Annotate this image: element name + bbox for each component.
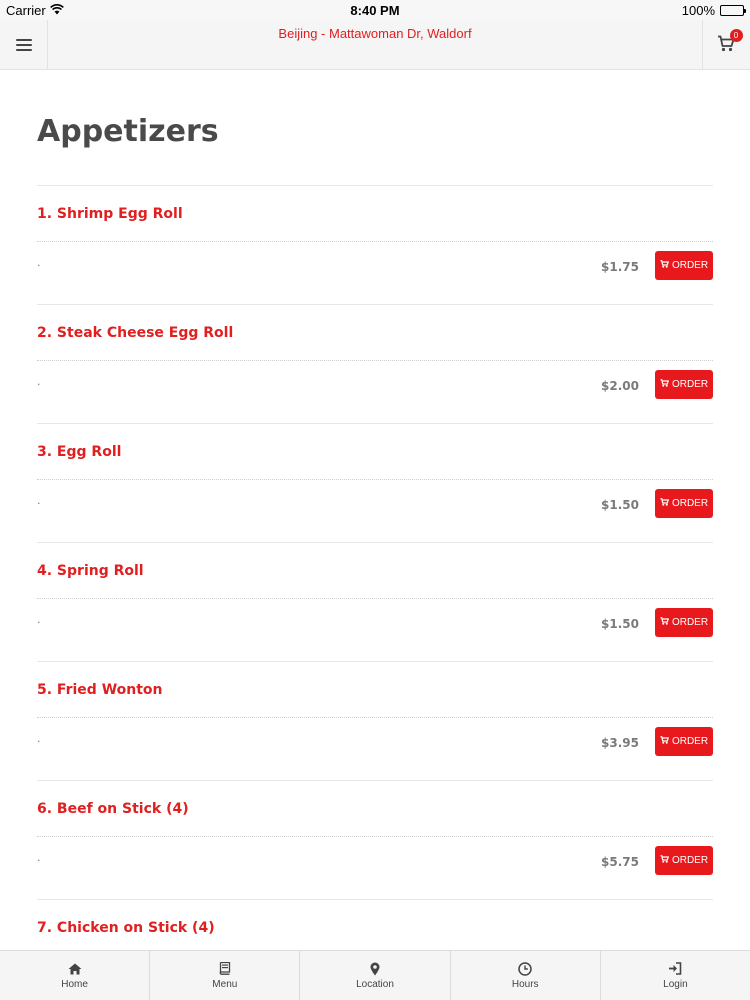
nav-hours[interactable]: Hours: [451, 951, 601, 1000]
item-name[interactable]: 1. Shrimp Egg Roll: [37, 206, 183, 222]
order-button[interactable]: ORDER: [655, 251, 713, 280]
section-title: Appetizers: [37, 114, 219, 149]
item-description: .: [37, 375, 41, 388]
order-button[interactable]: ORDER: [655, 608, 713, 637]
item-dotted-divider: [37, 241, 713, 242]
order-button-label: ORDER: [671, 260, 709, 271]
nav-menu[interactable]: Menu: [150, 951, 301, 1000]
cart-icon: [660, 260, 670, 271]
cart-icon: [660, 736, 670, 747]
item-price: $1.50: [601, 498, 639, 512]
menu-item: 7. Chicken on Stick (4): [37, 900, 713, 950]
cart-button[interactable]: 0: [702, 20, 750, 70]
restaurant-title[interactable]: Beijing - Mattawoman Dr, Waldorf: [48, 26, 702, 41]
item-description: .: [37, 494, 41, 507]
nav-menu-label: Menu: [212, 978, 238, 990]
order-button-label: ORDER: [671, 617, 709, 628]
order-button[interactable]: ORDER: [655, 846, 713, 875]
item-price: $2.00: [601, 379, 639, 393]
item-price: $3.95: [601, 736, 639, 750]
menu-item: 6. Beef on Stick (4) . $5.75 ORDER: [37, 781, 713, 900]
item-name[interactable]: 5. Fried Wonton: [37, 682, 163, 698]
menu-button[interactable]: [0, 20, 48, 70]
hamburger-icon: [15, 39, 32, 51]
item-name[interactable]: 4. Spring Roll: [37, 563, 144, 579]
order-button[interactable]: ORDER: [655, 370, 713, 399]
order-button-label: ORDER: [671, 498, 709, 509]
battery-icon: [720, 5, 746, 16]
map-pin-icon: [368, 962, 382, 976]
nav-home-label: Home: [61, 978, 88, 990]
home-icon: [68, 962, 82, 976]
menu-item: 5. Fried Wonton . $3.95 ORDER: [37, 662, 713, 781]
item-description: .: [37, 732, 41, 745]
bottom-nav: Home Menu Location Hours Login: [0, 950, 750, 1000]
order-button[interactable]: ORDER: [655, 489, 713, 518]
cart-icon: [660, 617, 670, 628]
menu-item: 4. Spring Roll . $1.50 ORDER: [37, 543, 713, 662]
nav-login[interactable]: Login: [601, 951, 750, 1000]
item-dotted-divider: [37, 479, 713, 480]
nav-location-label: Location: [356, 978, 394, 990]
item-name[interactable]: 3. Egg Roll: [37, 444, 121, 460]
menu-item: 1. Shrimp Egg Roll . $1.75 ORDER: [37, 186, 713, 305]
item-price: $1.75: [601, 260, 639, 274]
item-name[interactable]: 7. Chicken on Stick (4): [37, 920, 215, 936]
cart-icon: [660, 379, 670, 390]
item-dotted-divider: [37, 836, 713, 837]
menu-item: 3. Egg Roll . $1.50 ORDER: [37, 424, 713, 543]
order-button-label: ORDER: [671, 855, 709, 866]
item-description: .: [37, 851, 41, 864]
book-icon: [218, 962, 232, 976]
item-price: $5.75: [601, 855, 639, 869]
battery-percent: 100%: [681, 3, 715, 18]
nav-hours-label: Hours: [511, 978, 539, 990]
menu-item: 2. Steak Cheese Egg Roll . $2.00 ORDER: [37, 305, 713, 424]
item-name[interactable]: 2. Steak Cheese Egg Roll: [37, 325, 233, 341]
nav-login-label: Login: [663, 978, 688, 990]
item-dotted-divider: [37, 598, 713, 599]
item-description: .: [37, 613, 41, 626]
clock-icon: [518, 961, 532, 976]
menu-content[interactable]: Appetizers 1. Shrimp Egg Roll . $1.75 OR…: [0, 70, 750, 950]
order-button[interactable]: ORDER: [655, 727, 713, 756]
item-price: $1.50: [601, 617, 639, 631]
top-header: Beijing - Mattawoman Dr, Waldorf 0: [0, 20, 750, 70]
login-icon: [668, 962, 682, 976]
nav-location[interactable]: Location: [300, 951, 451, 1000]
nav-home[interactable]: Home: [0, 951, 151, 1000]
item-dotted-divider: [37, 360, 713, 361]
item-dotted-divider: [37, 717, 713, 718]
cart-count-badge: 0: [729, 29, 743, 42]
cart-icon: [660, 498, 670, 509]
item-description: .: [37, 256, 41, 269]
cart-icon: [660, 855, 670, 866]
status-bar: Carrier 8:40 PM 100%: [0, 0, 750, 20]
item-name[interactable]: 6. Beef on Stick (4): [37, 801, 189, 817]
order-button-label: ORDER: [671, 379, 709, 390]
order-button-label: ORDER: [671, 736, 709, 747]
status-time: 8:40 PM: [350, 3, 400, 18]
